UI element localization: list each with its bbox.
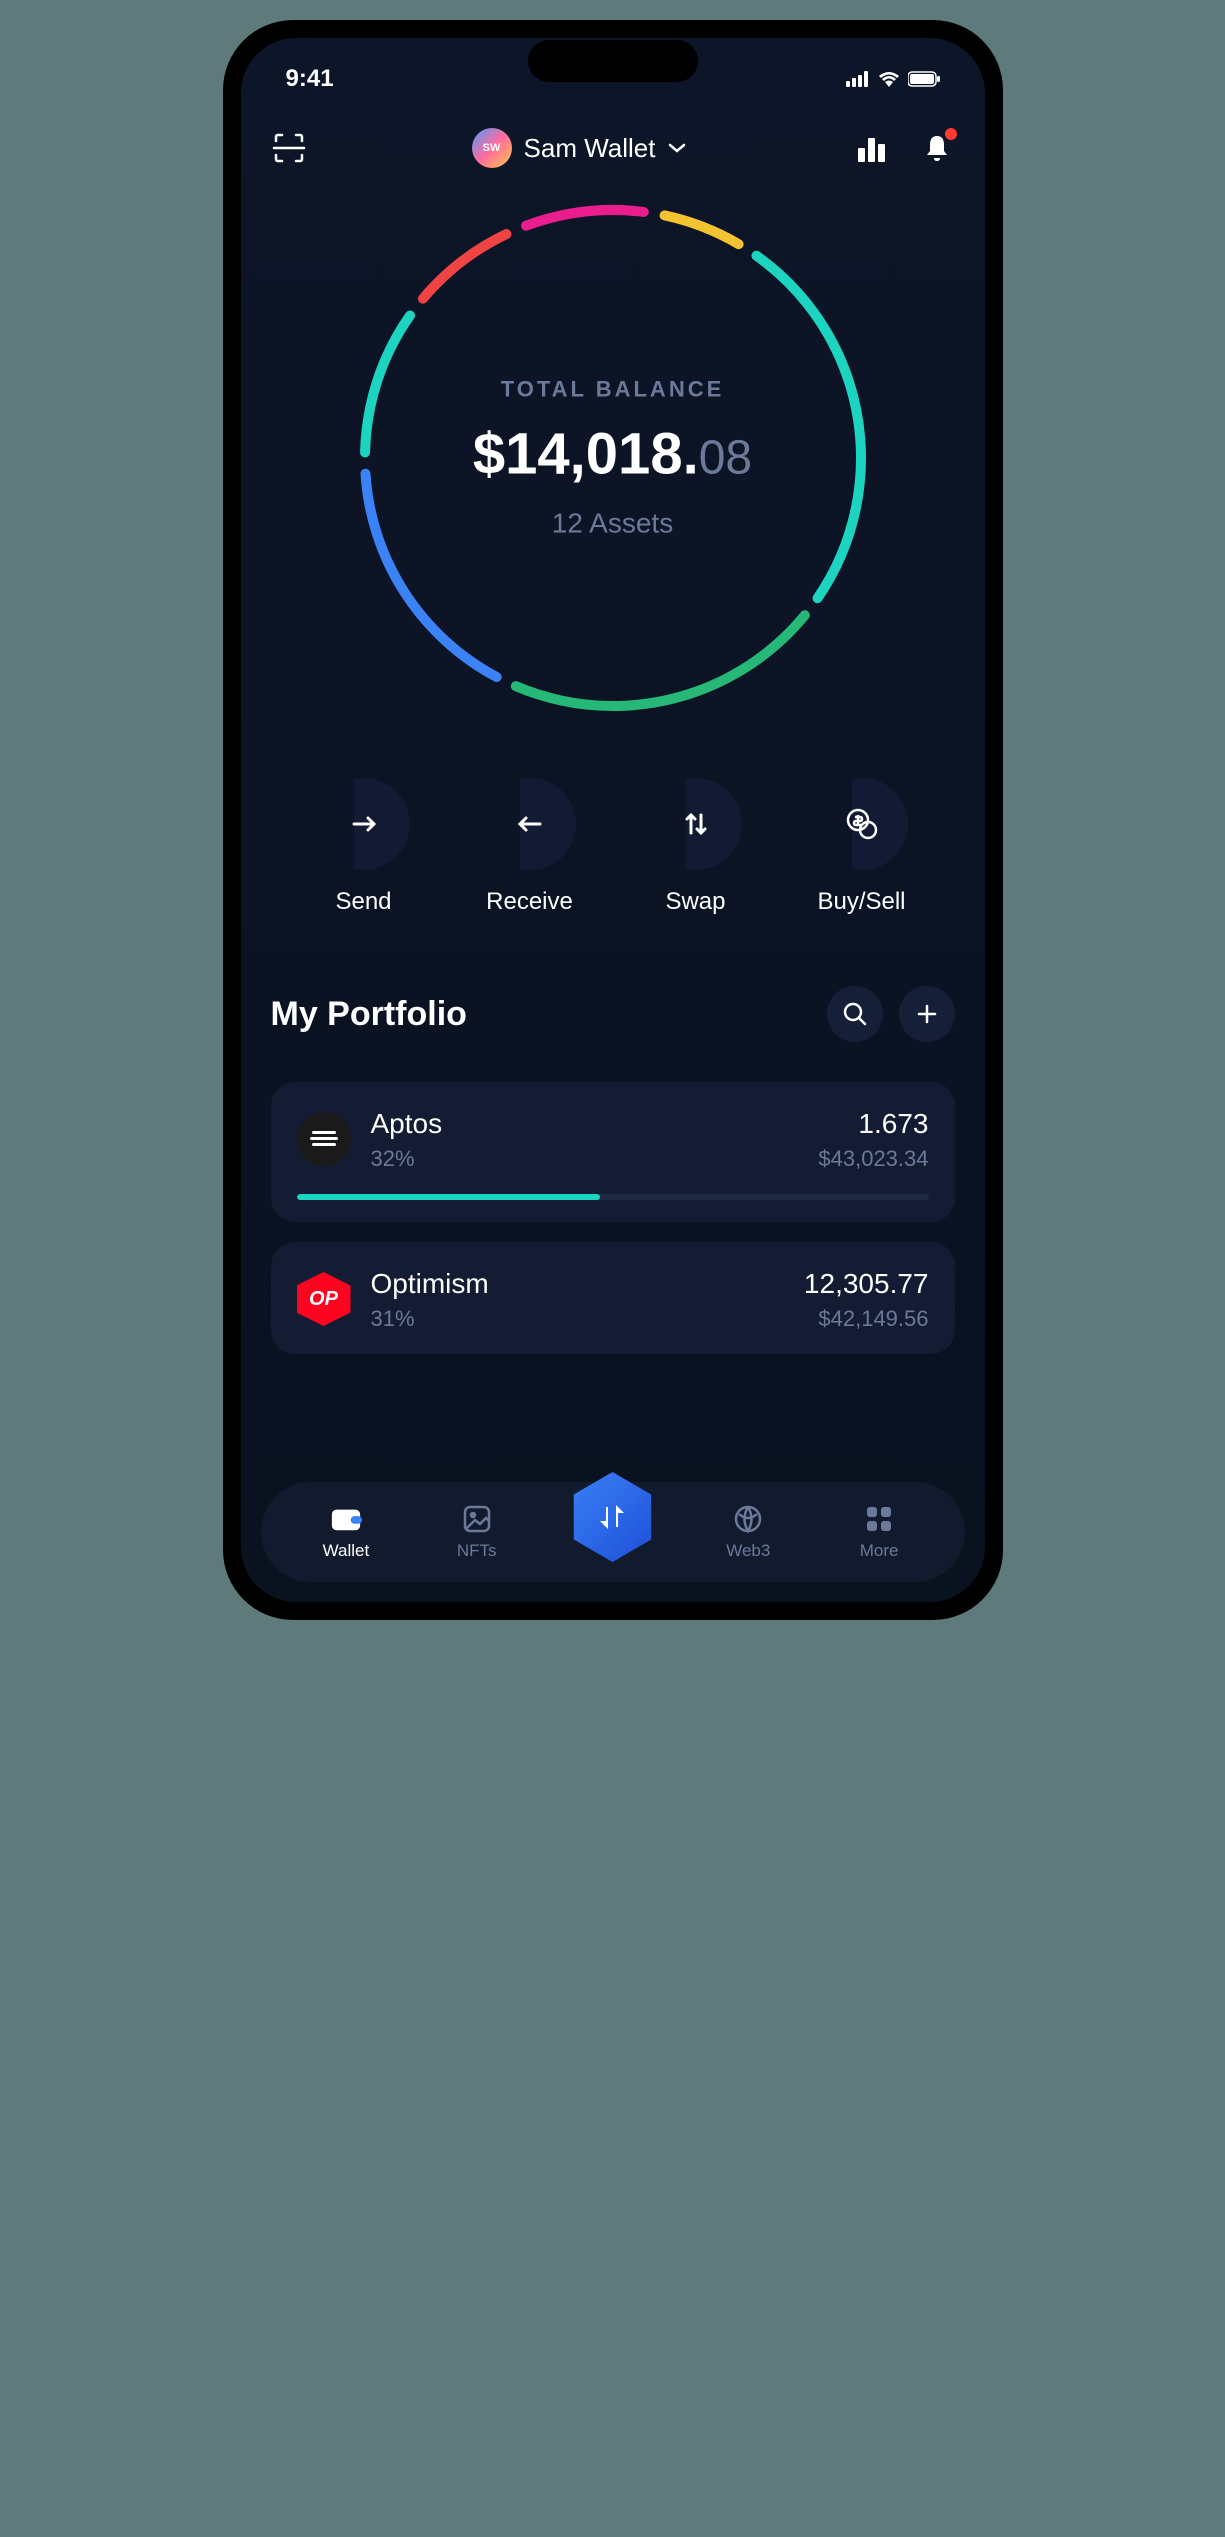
swap-label: Swap: [665, 888, 725, 916]
arrow-left-icon: [514, 814, 546, 834]
balance-section: TOTAL BALANCE $14,018.08 12 Assets: [241, 188, 985, 748]
scan-icon: [272, 131, 306, 165]
notch: [528, 40, 698, 82]
image-icon: [462, 1504, 492, 1534]
nav-more[interactable]: More: [839, 1503, 919, 1561]
asset-progress: [297, 1194, 929, 1200]
nav-nfts[interactable]: NFTs: [437, 1503, 517, 1561]
nav-more-label: More: [860, 1541, 899, 1561]
nav-web3-label: Web3: [726, 1541, 770, 1561]
globe-icon: [733, 1504, 763, 1534]
phone-frame: 9:41 SW Sam Wallet: [223, 20, 1003, 1620]
plus-icon: [915, 1002, 939, 1026]
nav-web3[interactable]: Web3: [708, 1503, 788, 1561]
bottom-nav: Wallet NFTs Web3 More: [261, 1482, 965, 1582]
balance-amount: $14,018.08: [473, 421, 752, 488]
coins-icon: [844, 806, 880, 842]
asset-quantity: 1.673: [818, 1108, 928, 1140]
send-label: Send: [335, 888, 391, 916]
swap-icon: [681, 809, 711, 839]
asset-name: Aptos: [371, 1108, 799, 1140]
wallet-icon: [330, 1505, 362, 1533]
notifications-button[interactable]: [919, 130, 955, 166]
asset-percentage: 31%: [371, 1306, 784, 1332]
notification-dot: [945, 128, 957, 140]
nav-nfts-label: NFTs: [457, 1541, 497, 1561]
asset-name: Optimism: [371, 1268, 784, 1300]
asset-percentage: 32%: [371, 1146, 799, 1172]
nav-center-button[interactable]: [567, 1472, 657, 1562]
asset-count: 12 Assets: [473, 508, 752, 540]
app-header: SW Sam Wallet: [241, 98, 985, 188]
status-time: 9:41: [286, 65, 334, 93]
balance-ring[interactable]: TOTAL BALANCE $14,018.08 12 Assets: [353, 198, 873, 718]
stats-button[interactable]: [853, 130, 889, 166]
optimism-icon: OP: [297, 1272, 351, 1326]
receive-button[interactable]: Receive: [484, 778, 576, 916]
add-button[interactable]: [899, 986, 955, 1042]
asset-usd-value: $43,023.34: [818, 1146, 928, 1172]
wifi-icon: [878, 71, 900, 87]
wallet-selector[interactable]: SW Sam Wallet: [472, 128, 688, 168]
asset-card[interactable]: Aptos 32% 1.673 $43,023.34: [271, 1082, 955, 1222]
nav-wallet-label: Wallet: [323, 1541, 370, 1561]
search-icon: [842, 1001, 868, 1027]
balance-content: TOTAL BALANCE $14,018.08 12 Assets: [473, 377, 752, 540]
signal-icon: [846, 71, 870, 87]
receive-label: Receive: [486, 888, 573, 916]
portfolio-header: My Portfolio: [241, 966, 985, 1062]
buysell-label: Buy/Sell: [817, 888, 905, 916]
buysell-button[interactable]: Buy/Sell: [816, 778, 908, 916]
action-row: Send Receive Swap Buy/Sell: [241, 748, 985, 966]
arrow-right-icon: [348, 814, 380, 834]
screen: 9:41 SW Sam Wallet: [241, 38, 985, 1602]
bar-chart-icon: [856, 134, 886, 162]
portfolio-title: My Portfolio: [271, 995, 467, 1034]
asset-quantity: 12,305.77: [804, 1268, 929, 1300]
nav-wallet[interactable]: Wallet: [306, 1503, 386, 1561]
battery-icon: [908, 71, 940, 87]
grid-icon: [865, 1505, 893, 1533]
aptos-icon: [297, 1112, 351, 1166]
swap-button[interactable]: Swap: [650, 778, 742, 916]
scan-button[interactable]: [271, 130, 307, 166]
status-icons: [846, 71, 940, 87]
search-button[interactable]: [827, 986, 883, 1042]
chevron-down-icon: [667, 142, 687, 154]
asset-card[interactable]: OP Optimism 31% 12,305.77 $42,149.56: [271, 1242, 955, 1354]
asset-list: Aptos 32% 1.673 $43,023.34 OP Optimism 31% 12,3…: [241, 1062, 985, 1354]
asset-usd-value: $42,149.56: [804, 1306, 929, 1332]
send-button[interactable]: Send: [318, 778, 410, 916]
exchange-icon: [592, 1497, 632, 1537]
balance-label: TOTAL BALANCE: [473, 377, 752, 403]
wallet-name: Sam Wallet: [524, 133, 656, 164]
avatar: SW: [472, 128, 512, 168]
